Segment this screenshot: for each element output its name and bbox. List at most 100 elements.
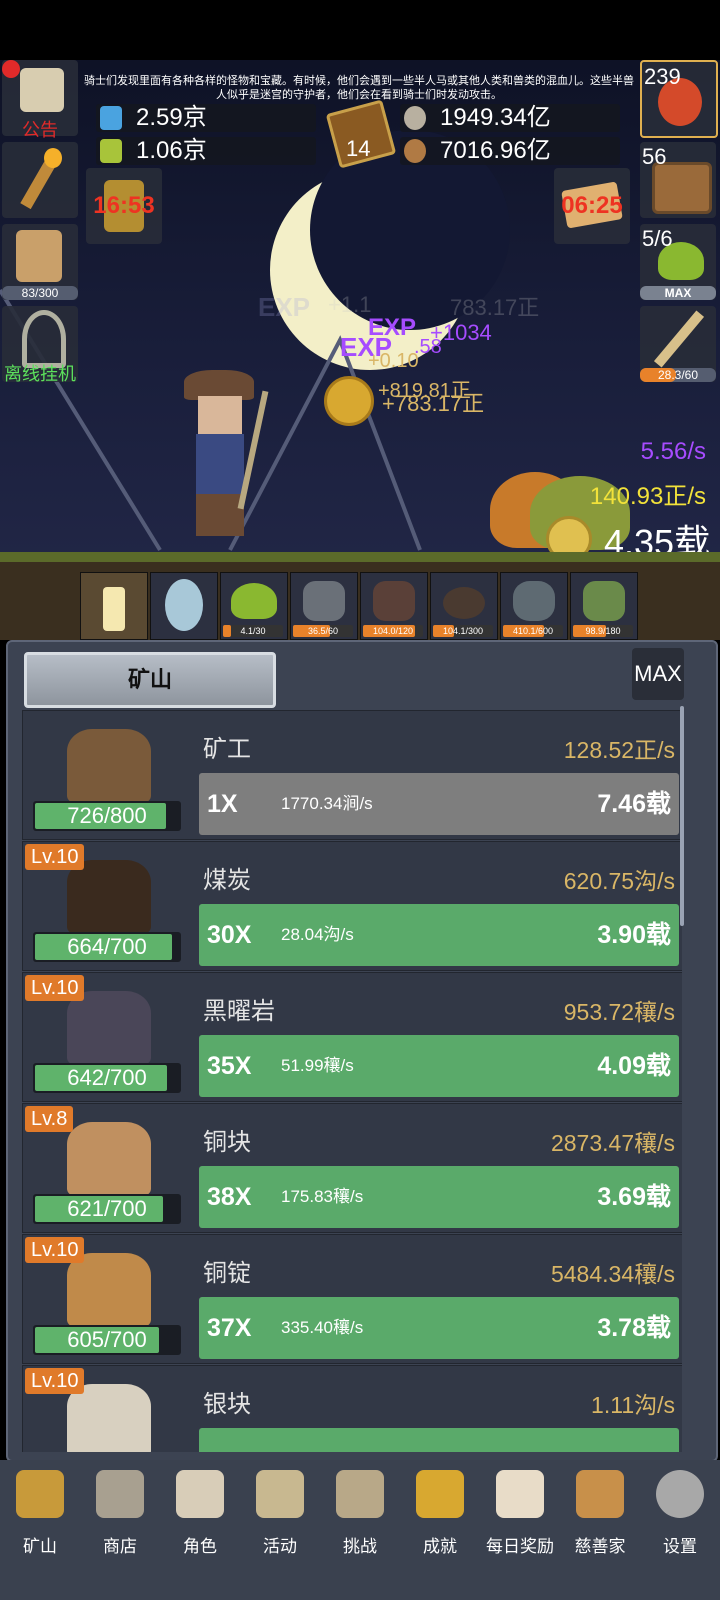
nav-item[interactable]: 矿山 (0, 1460, 80, 1600)
game-scene[interactable]: 骑士们发现里面有各种各样的怪物和宝藏。有时候，他们会遇到一些半人马或其他人类和兽… (0, 60, 720, 640)
knight-character[interactable] (176, 370, 269, 540)
upgrade-progress: 664/700 (33, 932, 181, 962)
item-name: 银块 (203, 1391, 251, 1418)
monster-progress-text: 104.0/120 (372, 626, 414, 636)
left-treasure-timer[interactable]: 16:53 (86, 168, 162, 244)
monster-slot-slime[interactable]: 4.1/30 (220, 572, 288, 640)
item-rate: 1.11沟/s (591, 1392, 675, 1418)
right-treasure-timer[interactable]: 06:25 (554, 168, 630, 244)
nav-label: 每日奖励 (486, 1537, 554, 1556)
monster-progress-text: 36.5/60 (307, 626, 339, 636)
ghost-exp-label: EXP (258, 292, 311, 322)
scroll-icon (256, 1470, 304, 1518)
offline-button[interactable]: 离线挂机 (2, 306, 78, 384)
upgrade-progress: 621/700 (33, 1194, 181, 1224)
letter-icon (496, 1470, 544, 1518)
potion-button[interactable]: 239 (640, 60, 718, 138)
story-notice: 骑士们发现里面有各种各样的怪物和宝藏。有时候，他们会遇到一些半人马或其他人类和兽… (84, 75, 634, 101)
item-name: 铜锭 (203, 1260, 251, 1287)
per-unit-rate: 335.40穰/s (281, 1318, 364, 1337)
mine-row: Lv.10 664/700 煤炭 620.75沟/s 30X 28.04沟/s 3.90载 (22, 841, 682, 971)
upgrade-button[interactable]: 37X 335.40穰/s 3.78载 (199, 1297, 679, 1359)
monster-progress: 104.1/300 (433, 625, 493, 637)
multiplier: 1X (207, 790, 238, 818)
item-rate: 620.75沟/s (563, 868, 675, 894)
torch-button[interactable] (2, 142, 78, 218)
tab-mine[interactable]: 矿山 (24, 652, 276, 708)
mine-row: Lv.8 621/700 铜块 2873.47穰/s 38X 175.83穰/s 3.69载 (22, 1103, 682, 1233)
monster-slot-ghoul[interactable]: 36.5/60 (290, 572, 358, 640)
knight-head (198, 396, 242, 436)
monster-progress: 36.5/60 (293, 625, 353, 637)
upgrade-cost: 7.46载 (597, 790, 671, 818)
monster-slot-spider[interactable]: 104.1/300 (430, 572, 498, 640)
blue-potion-counter: 2.59京 (96, 104, 316, 132)
monster-slot-bat[interactable]: 104.0/120 (360, 572, 428, 640)
hooded-monster-icon (513, 581, 555, 621)
beer-button[interactable]: 83/300 (2, 224, 78, 300)
bat-monster-icon (373, 581, 415, 621)
mine-panel: 矿山 MAX 726/800 矿工 128.52正/s 1X 1770.34涧/s 7.4… (6, 640, 718, 1462)
nav-label: 设置 (663, 1537, 697, 1556)
level-badge: Lv.8 (25, 1106, 74, 1132)
upgrade-button[interactable] (199, 1428, 679, 1452)
sword-icon (653, 310, 705, 368)
green-potion-icon (100, 139, 122, 163)
level-badge: Lv.10 (25, 1237, 85, 1263)
multiplier: 30X (207, 921, 252, 949)
item-art (67, 860, 151, 934)
exp-popup-2: EXP (368, 314, 417, 341)
upgrade-progress-text: 605/700 (67, 1327, 147, 1352)
nav-label: 挑战 (343, 1537, 377, 1556)
scrollbar[interactable] (680, 706, 684, 926)
mine-row: 726/800 矿工 128.52正/s 1X 1770.34涧/s 7.46载 (22, 710, 682, 840)
map-icon (336, 1470, 384, 1518)
upgrade-progress-text: 642/700 (67, 1065, 147, 1090)
item-art (67, 991, 151, 1065)
upgrade-button[interactable]: 1X 1770.34涧/s 7.46载 (199, 773, 679, 835)
candle-slot[interactable] (80, 572, 148, 640)
max-button[interactable]: MAX (632, 648, 684, 700)
candle-icon (103, 587, 125, 631)
multiplier: 38X (207, 1183, 252, 1211)
ghost-float-a: +1.1 (328, 292, 372, 317)
blue-potion-icon (100, 106, 122, 130)
nav-item[interactable]: 成就 (400, 1460, 480, 1600)
slime-count: 5/6 (642, 226, 673, 251)
golden-key-icon (416, 1470, 464, 1518)
nav-item[interactable]: 设置 (640, 1460, 720, 1600)
scroll-icon (20, 68, 64, 112)
chest-count: 56 (642, 144, 667, 169)
upgrade-button[interactable]: 30X 28.04沟/s 3.90载 (199, 904, 679, 966)
book-button[interactable]: 14 (325, 99, 397, 169)
spider-monster-icon (443, 587, 485, 619)
monster-progress: 410.1/600 (503, 625, 563, 637)
ghost-float-b: 783.17正 (450, 295, 540, 320)
sword-button[interactable]: 28.3/60 (640, 306, 716, 382)
monster-progress: 4.1/30 (223, 625, 283, 637)
nav-item[interactable]: 商店 (80, 1460, 160, 1600)
slime-button[interactable]: 5/6 MAX (640, 224, 716, 300)
gear-icon (656, 1470, 704, 1518)
monster-slot-hooded[interactable]: 410.1/600 (500, 572, 568, 640)
monster-slot-goblin[interactable]: 98.9/180 (570, 572, 638, 640)
goblin-monster-icon (583, 581, 625, 621)
upgrade-button[interactable]: 35X 51.99穰/s 4.09载 (199, 1035, 679, 1097)
upgrade-button[interactable]: 38X 175.83穰/s 3.69载 (199, 1166, 679, 1228)
upgrade-progress-text: 621/700 (67, 1196, 147, 1221)
nav-item[interactable]: 角色 (160, 1460, 240, 1600)
mine-list[interactable]: 726/800 矿工 128.52正/s 1X 1770.34涧/s 7.46载 Lv.10… (22, 710, 682, 1452)
nav-item[interactable]: 挑战 (320, 1460, 400, 1600)
egg-slot[interactable] (150, 572, 218, 640)
nav-item[interactable]: 活动 (240, 1460, 320, 1600)
bronze-counter: 7016.96亿 (400, 137, 620, 165)
nav-item[interactable]: 每日奖励 (480, 1460, 560, 1600)
nav-item[interactable]: 慈善家 (560, 1460, 640, 1600)
announcement-button[interactable]: 公告 (2, 60, 78, 140)
upgrade-cost: 3.78载 (597, 1314, 671, 1342)
nav-label: 矿山 (23, 1537, 57, 1556)
item-rate: 5484.34穰/s (550, 1261, 675, 1287)
chest-button[interactable]: 56 (640, 142, 716, 218)
silver-counter: 1949.34亿 (400, 104, 620, 132)
item-rate: 128.52正/s (563, 737, 675, 763)
